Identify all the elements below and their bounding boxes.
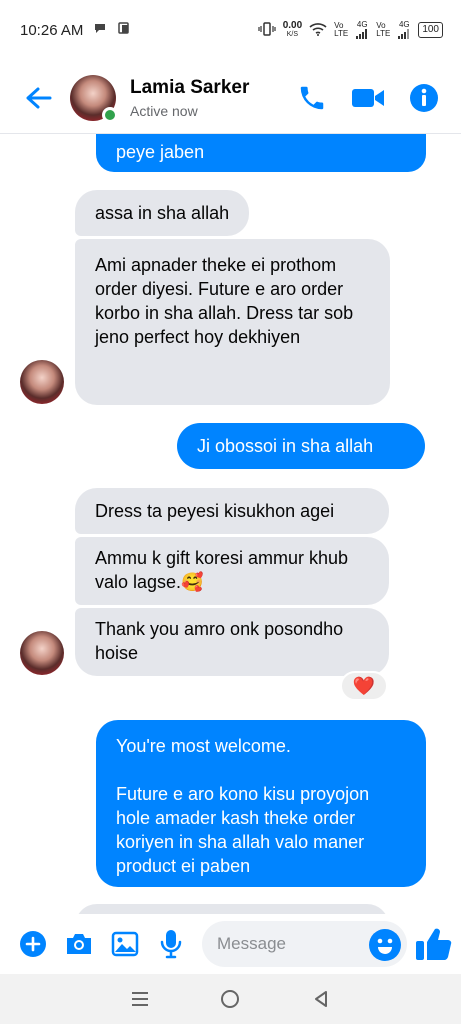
recents-button[interactable] xyxy=(125,984,155,1014)
net-speed-unit: K/S xyxy=(286,31,299,38)
menu-icon xyxy=(132,992,149,1006)
message-text-line: You're most welcome. xyxy=(116,736,291,756)
gallery-button[interactable] xyxy=(110,929,140,959)
outgoing-message[interactable]: You're most welcome. Future e aro kono k… xyxy=(96,720,426,887)
status-bar: 10:26 AM 0.00 K/S Vo LTE 4G Vo LTE 4G 100 xyxy=(0,0,461,60)
sender-avatar[interactable] xyxy=(20,360,64,404)
notification-icon xyxy=(117,21,131,39)
signal-icon xyxy=(398,29,410,39)
microphone-icon xyxy=(160,930,182,959)
app-notification-icon xyxy=(93,21,107,39)
message-list[interactable]: peye jaben assa in sha allah Ami apnader… xyxy=(0,134,461,914)
system-nav-bar xyxy=(0,974,461,1024)
sim1-signal: 4G xyxy=(355,21,369,39)
sim2-lte: Vo LTE xyxy=(376,21,391,38)
message-text: Ji obossoi in sha allah xyxy=(197,436,374,456)
info-icon xyxy=(410,83,438,112)
message-text: peye jaben xyxy=(116,142,205,162)
voice-message-button[interactable] xyxy=(156,929,186,959)
wifi-icon xyxy=(309,22,327,38)
incoming-message[interactable]: Ammu k gift koresi ammur khub valo lagse… xyxy=(75,537,389,605)
sim1-lte: Vo LTE xyxy=(334,21,349,38)
incoming-message[interactable]: Thank you amro onk posondho hoise xyxy=(75,608,389,676)
camera-button[interactable] xyxy=(64,929,94,959)
thumbs-up-icon xyxy=(416,928,452,960)
incoming-message[interactable]: Dress ta peyesi kisukhon agei xyxy=(75,488,389,534)
status-time: 10:26 AM xyxy=(20,21,84,39)
video-camera-icon xyxy=(352,88,384,107)
message-input[interactable]: Message xyxy=(202,921,407,967)
video-call-button[interactable] xyxy=(351,81,385,115)
message-text: assa in sha allah xyxy=(95,203,230,223)
home-circle-icon xyxy=(221,990,240,1008)
heart-icon: ❤️ xyxy=(352,675,376,696)
contact-avatar[interactable] xyxy=(70,74,118,123)
incoming-message-partial[interactable] xyxy=(75,904,389,914)
contact-name: Lamia Sarker xyxy=(130,76,250,98)
heart-reaction[interactable]: ❤️ xyxy=(340,671,388,701)
emoji-button[interactable] xyxy=(369,929,401,961)
back-triangle-icon xyxy=(314,991,327,1007)
vibrate-icon xyxy=(258,22,276,38)
contact-info[interactable]: Lamia Sarker Active now xyxy=(130,77,249,119)
more-actions-button[interactable] xyxy=(18,929,48,959)
plus-circle-icon xyxy=(20,931,46,957)
contact-status: Active now xyxy=(130,102,198,119)
back-arrow-icon xyxy=(26,87,52,108)
home-button[interactable] xyxy=(215,984,245,1014)
phone-icon xyxy=(300,86,324,109)
sim1-net-type: 4G xyxy=(356,20,368,29)
outgoing-message[interactable]: Ji obossoi in sha allah xyxy=(177,423,425,469)
incoming-message[interactable]: assa in sha allah xyxy=(75,190,250,236)
image-icon xyxy=(111,931,139,957)
sim2-signal: 4G xyxy=(397,21,411,39)
info-button[interactable] xyxy=(407,81,441,115)
online-status-dot xyxy=(102,106,118,123)
battery-icon: 100 xyxy=(418,22,443,38)
camera-icon xyxy=(67,934,91,954)
smiley-icon xyxy=(377,938,393,954)
back-nav-button[interactable] xyxy=(306,984,336,1014)
sender-avatar[interactable] xyxy=(20,631,64,675)
sim2-net-type: 4G xyxy=(398,20,410,29)
message-text: Dress ta peyesi kisukhon agei xyxy=(95,501,335,521)
message-text: Thank you amro onk posondho hoise xyxy=(95,619,344,663)
chat-header: Lamia Sarker Active now xyxy=(0,62,461,134)
composer: Message xyxy=(0,914,461,974)
net-speed: 0.00 K/S xyxy=(283,21,302,39)
message-text: Ami apnader theke ei prothom order diyes… xyxy=(95,255,354,347)
message-text: Ammu k gift koresi ammur khub valo lagse… xyxy=(95,548,349,592)
outgoing-message[interactable]: peye jaben xyxy=(96,134,426,172)
incoming-message[interactable]: Ami apnader theke ei prothom order diyes… xyxy=(75,239,390,405)
message-text-line: Future e aro kono kisu proyojon hole ama… xyxy=(116,784,370,876)
back-button[interactable] xyxy=(8,68,68,128)
like-button[interactable] xyxy=(413,924,453,964)
net-speed-value: 0.00 xyxy=(282,20,303,31)
voice-call-button[interactable] xyxy=(295,81,329,115)
signal-icon xyxy=(356,29,368,39)
message-placeholder: Message xyxy=(217,934,286,953)
